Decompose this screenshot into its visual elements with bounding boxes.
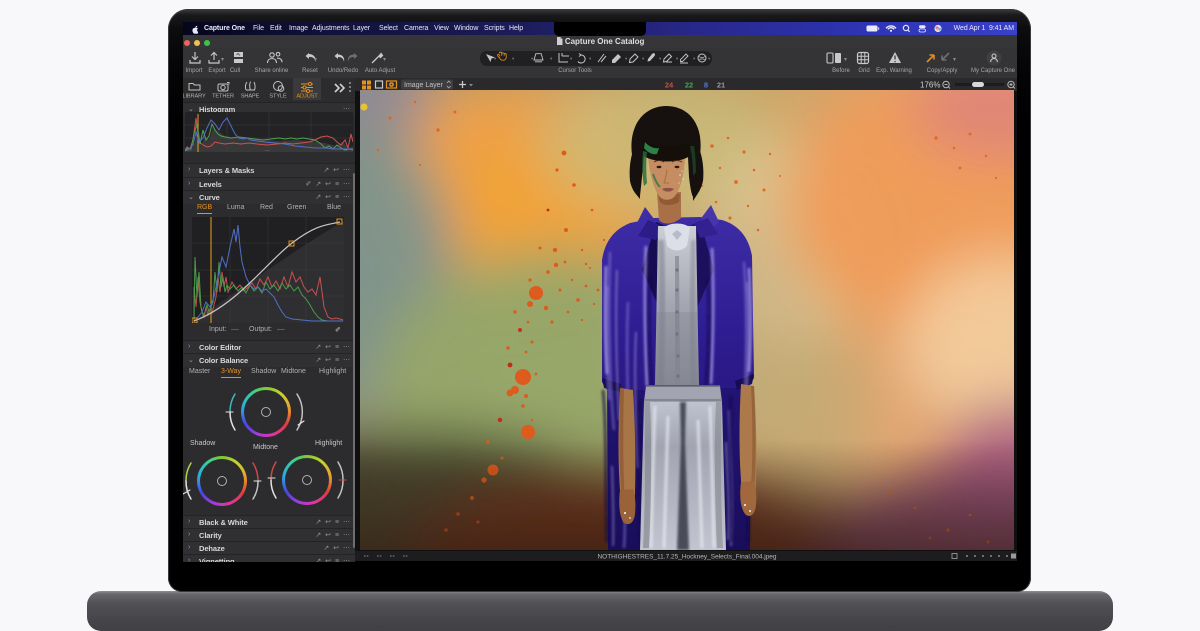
svg-text:▾: ▾ [625,56,628,61]
svg-text:▾: ▾ [494,56,497,61]
svg-text:‒‒: ‒‒ [187,147,192,152]
svg-text:Image Layer: Image Layer [404,82,444,89]
svg-text:22: 22 [685,81,693,90]
svg-text:NOTHIGHESTRES_11.7.25_Hockney_: NOTHIGHESTRES_11.7.25_Hockney_Selects_Fi… [597,554,776,561]
svg-text:▾: ▾ [642,56,645,61]
svg-text:▾: ▾ [570,56,573,61]
svg-text:▾: ▾ [659,56,662,61]
svg-text:LIBRARY: LIBRARY [183,94,206,100]
svg-text:▾: ▾ [708,56,711,61]
svg-text:ADJUST: ADJUST [296,94,318,100]
svg-text:▾: ▾ [676,56,679,61]
svg-text:‒‒: ‒‒ [343,147,348,152]
svg-text:SHAPE: SHAPE [241,94,260,100]
svg-text:STYLE: STYLE [269,94,287,100]
svg-text:▾: ▾ [550,56,553,61]
svg-text:176%: 176% [920,81,940,90]
svg-text:▾: ▾ [512,56,515,61]
svg-text:TETHER: TETHER [212,94,234,100]
svg-text:21: 21 [717,81,725,90]
svg-text:8: 8 [704,81,708,90]
svg-text:‒‒: ‒‒ [265,147,270,152]
svg-text:▾: ▾ [589,56,592,61]
svg-text:24: 24 [665,81,674,90]
svg-text:▾: ▾ [693,56,696,61]
